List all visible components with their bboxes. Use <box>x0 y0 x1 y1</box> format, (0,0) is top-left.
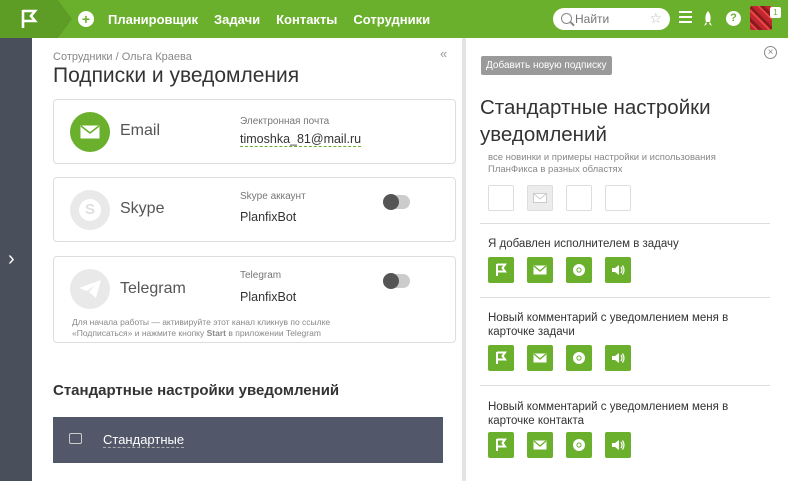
news-channel-icons <box>488 185 644 211</box>
nav-item-employees[interactable]: Сотрудники <box>353 12 430 27</box>
breadcrumb[interactable]: Сотрудники / Ольга Краева <box>53 51 192 63</box>
mail-icon[interactable] <box>527 432 553 458</box>
chrome-icon[interactable] <box>566 257 592 283</box>
separator <box>480 297 770 298</box>
chrome-icon[interactable] <box>566 185 592 211</box>
telegram-value: PlanfixBot <box>240 290 297 304</box>
chrome-icon[interactable] <box>566 345 592 371</box>
side-collapse-strip[interactable]: › <box>0 38 32 481</box>
sound-icon[interactable] <box>605 432 631 458</box>
planfix-flag-icon[interactable] <box>488 185 514 211</box>
rocket-icon[interactable] <box>702 11 714 30</box>
nav-item-contacts[interactable]: Контакты <box>276 12 337 27</box>
chat-icon <box>69 433 82 444</box>
page-title: Подписки и уведомления <box>53 64 300 87</box>
hint-line-2-pre: «Подписаться» и нажмите кнопку <box>72 328 207 338</box>
skype-value: PlanfixBot <box>240 210 297 224</box>
star-icon[interactable]: ☆ <box>649 10 662 27</box>
preset-label[interactable]: Стандартные <box>103 432 185 448</box>
search-icon <box>561 13 572 24</box>
hint-line-1: Для начала работы — активируйте этот кан… <box>72 317 331 327</box>
close-icon[interactable]: × <box>764 46 777 59</box>
notification-channel-icons <box>488 432 644 458</box>
telegram-toggle[interactable] <box>383 273 410 289</box>
notification-channel-icons <box>488 257 644 283</box>
telegram-channel-icon <box>70 269 110 309</box>
chevron-right-icon[interactable]: › <box>8 248 15 271</box>
email-value[interactable]: timoshka_81@mail.ru <box>240 132 362 147</box>
flag-logo-icon <box>21 9 38 28</box>
notification-channel-icons <box>488 345 644 371</box>
main-nav: Планировщик Задачи Контакты Сотрудники <box>108 0 446 38</box>
notification-settings-panel: × Добавить новую подписку Стандартные на… <box>466 38 788 481</box>
nav-item-planner[interactable]: Планировщик <box>108 12 198 27</box>
separator <box>480 385 770 386</box>
notification-title: Новый комментарий с уведомлением меня в … <box>488 401 729 427</box>
settings-title: Стандартные настройки уведомлений <box>480 96 711 146</box>
sound-icon[interactable] <box>605 185 631 211</box>
chrome-icon[interactable] <box>566 432 592 458</box>
subscriptions-panel: Сотрудники / Ольга Краева « Подписки и у… <box>32 38 462 481</box>
add-subscription-button[interactable]: Добавить новую подписку <box>481 56 612 75</box>
mail-icon[interactable] <box>527 257 553 283</box>
menu-icon[interactable] <box>679 11 692 26</box>
collapse-panel-icon[interactable]: « <box>440 46 447 61</box>
logo-arrow <box>58 0 72 38</box>
email-channel-card: Email Электронная почта timoshka_81@mail… <box>53 99 456 164</box>
mail-icon[interactable] <box>527 185 553 211</box>
channel-name: Telegram <box>120 280 186 297</box>
settings-description: все новинки и примеры настройки и исполь… <box>488 152 716 175</box>
field-label: Электронная почта <box>240 116 330 127</box>
sound-icon[interactable] <box>605 257 631 283</box>
field-label: Skype аккаунт <box>240 191 306 202</box>
preset-standard-row[interactable]: Стандартные <box>53 417 443 463</box>
skype-toggle[interactable] <box>383 194 410 210</box>
planfix-flag-icon[interactable] <box>488 257 514 283</box>
top-bar: + Планировщик Задачи Контакты Сотрудники… <box>0 0 788 38</box>
section-title: Стандартные настройки уведомлений <box>53 382 340 399</box>
planfix-logo[interactable] <box>0 0 58 38</box>
add-plus-button[interactable]: + <box>78 11 94 27</box>
mail-icon[interactable] <box>527 345 553 371</box>
notification-title: Новый комментарий с уведомлением меня в … <box>488 312 729 338</box>
avatar[interactable] <box>750 6 772 30</box>
nav-item-tasks[interactable]: Задачи <box>214 12 260 27</box>
search-box[interactable]: ☆ <box>553 8 670 30</box>
channel-name: Skype <box>120 200 165 217</box>
field-label: Telegram <box>240 270 282 281</box>
sound-icon[interactable] <box>605 345 631 371</box>
notification-badge: 1 <box>770 7 781 18</box>
hint-start-word: Start <box>206 328 226 338</box>
planfix-flag-icon[interactable] <box>488 432 514 458</box>
email-channel-icon <box>70 112 110 152</box>
telegram-hint: Для начала работы — активируйте этот кан… <box>72 317 372 339</box>
help-icon[interactable]: ? <box>726 11 741 26</box>
notification-title: Я добавлен исполнителем в задачу <box>488 238 679 250</box>
separator <box>480 223 770 224</box>
channel-name: Email <box>120 122 161 139</box>
planfix-flag-icon[interactable] <box>488 345 514 371</box>
hint-line-2-post: в приложении Telegram <box>225 328 321 338</box>
skype-channel-card: S Skype Skype аккаунт PlanfixBot <box>53 177 456 242</box>
skype-channel-icon: S <box>70 190 110 230</box>
telegram-channel-card: Telegram Telegram PlanfixBot Для начала … <box>53 256 456 343</box>
hint-line-2: «Подписаться» и нажмите кнопку Start в п… <box>72 328 372 339</box>
search-input[interactable] <box>575 11 645 27</box>
